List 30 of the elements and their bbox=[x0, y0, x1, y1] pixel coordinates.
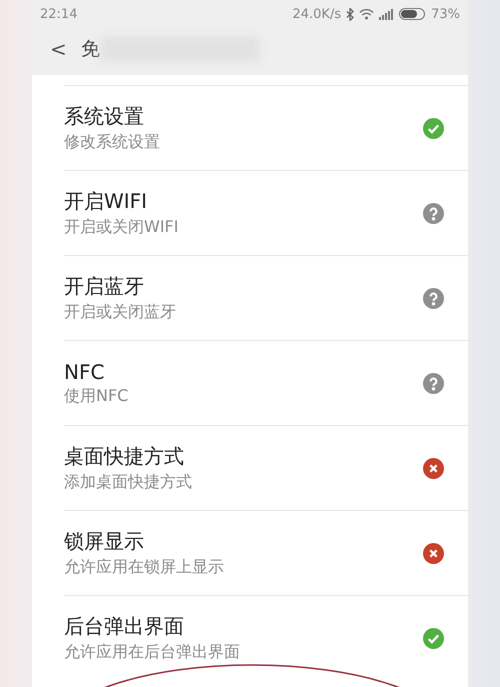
page-title: 免 bbox=[80, 37, 100, 62]
permission-description: 开启或关闭蓝牙 bbox=[64, 302, 177, 323]
permission-title: 锁屏显示 bbox=[64, 528, 145, 555]
permission-row[interactable]: NFC 使用NFC bbox=[64, 340, 468, 425]
permission-row[interactable]: 系统设置 修改系统设置 bbox=[64, 85, 468, 170]
permission-description: 允许应用在后台弹出界面 bbox=[64, 642, 241, 663]
signal-icon bbox=[379, 8, 394, 20]
permission-description: 使用NFC bbox=[64, 386, 130, 406]
permission-row[interactable]: 桌面快捷方式 添加桌面快捷方式 bbox=[64, 425, 468, 510]
battery-icon bbox=[399, 8, 426, 20]
bluetooth-icon bbox=[346, 8, 354, 20]
permission-title: 开启WIFI bbox=[64, 188, 148, 215]
permission-description: 修改系统设置 bbox=[64, 132, 161, 153]
permission-title: 开启蓝牙 bbox=[64, 273, 145, 300]
permission-row[interactable]: 开启WIFI 开启或关闭WIFI bbox=[64, 170, 468, 255]
wifi-icon bbox=[359, 8, 374, 20]
permission-title: 后台弹出界面 bbox=[64, 613, 185, 640]
permission-row[interactable]: 后台弹出界面 允许应用在后台弹出界面 bbox=[64, 595, 468, 680]
clock: 22:14 bbox=[40, 6, 78, 22]
permission-description: 允许应用在锁屏上显示 bbox=[64, 557, 225, 578]
back-button[interactable]: < bbox=[50, 37, 67, 61]
battery-percent: 73% bbox=[431, 6, 460, 22]
permission-row[interactable]: 开启蓝牙 开启或关闭蓝牙 bbox=[64, 255, 468, 340]
permission-title: NFC bbox=[64, 360, 106, 384]
permission-title: 桌面快捷方式 bbox=[64, 443, 185, 470]
permission-row[interactable]: 锁屏显示 允许应用在锁屏上显示 bbox=[64, 510, 468, 595]
permission-title: 系统设置 bbox=[64, 103, 145, 130]
permission-description: 开启或关闭WIFI bbox=[64, 217, 180, 238]
permission-description: 添加桌面快捷方式 bbox=[64, 472, 193, 493]
network-speed: 24.0K/s bbox=[292, 6, 342, 22]
